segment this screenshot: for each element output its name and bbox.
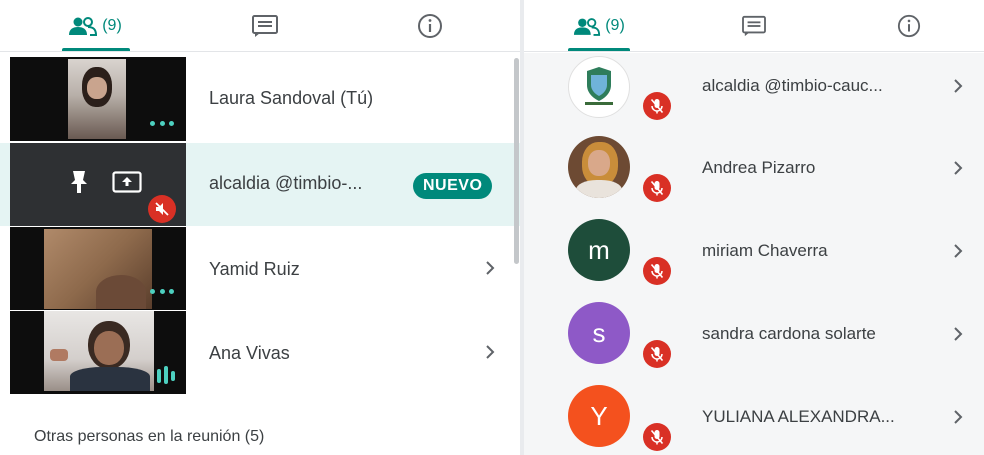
participant-video <box>44 311 154 391</box>
tab-chat[interactable] <box>190 0 340 52</box>
participant-name: miriam Chaverra <box>702 241 828 260</box>
people-count: (9) <box>102 17 122 34</box>
participants-panel-right: (9) alcaldia @timbio-cauc... Andrea Piza… <box>524 0 984 455</box>
mic-off-icon <box>643 174 671 202</box>
avatar-photo <box>568 136 630 198</box>
participant-row[interactable]: Yamid Ruiz <box>0 227 520 310</box>
chat-icon <box>742 15 766 37</box>
tab-bar: (9) <box>0 0 520 52</box>
participant-video-tile <box>10 227 186 310</box>
participant-row[interactable]: m miriam Chaverra <box>524 207 984 289</box>
participant-name: Yamid Ruiz <box>209 259 300 279</box>
participant-name: YULIANA ALEXANDRA... <box>702 407 895 426</box>
participant-video <box>68 59 126 139</box>
participant-name: Laura Sandoval (Tú) <box>209 88 374 108</box>
present-screen-icon[interactable] <box>112 171 142 193</box>
participant-row[interactable]: Ana Vivas <box>0 311 520 394</box>
participant-row[interactable]: s sandra cardona solarte <box>524 290 984 372</box>
participant-row[interactable]: alcaldia @timbio-cauc... <box>524 42 984 124</box>
participant-name: Andrea Pizarro <box>702 158 816 177</box>
pin-icon[interactable] <box>68 169 90 195</box>
chevron-right-icon[interactable] <box>952 243 964 259</box>
active-tab-indicator <box>62 48 130 51</box>
more-options-icon[interactable] <box>150 121 174 127</box>
avatar-initial: s <box>568 302 630 364</box>
mic-muted-icon <box>148 195 176 223</box>
chevron-right-icon[interactable] <box>952 78 964 94</box>
mic-off-icon <box>643 340 671 368</box>
chevron-right-icon[interactable] <box>484 344 496 360</box>
participants-panel-left: (9) Laura Sandoval (Tú) alcaldia @timbio… <box>0 0 520 455</box>
chevron-right-icon[interactable] <box>952 326 964 342</box>
tab-info[interactable] <box>340 0 520 52</box>
mic-off-icon <box>643 92 671 120</box>
mic-off-icon <box>643 257 671 285</box>
people-count: (9) <box>605 17 625 34</box>
participant-video-tile <box>10 57 186 141</box>
participant-name: alcaldia @timbio-... <box>209 173 363 193</box>
chevron-right-icon[interactable] <box>952 160 964 176</box>
chat-icon <box>252 15 278 37</box>
participant-row[interactable]: Y YULIANA ALEXANDRA... <box>524 373 984 455</box>
audio-level-icon <box>157 366 175 384</box>
participant-video-tile <box>10 311 186 394</box>
participant-name: alcaldia @timbio-cauc... <box>702 76 883 95</box>
info-icon <box>897 14 921 38</box>
chevron-right-icon[interactable] <box>952 409 964 425</box>
people-icon <box>69 17 98 36</box>
people-icon <box>574 17 601 36</box>
mic-off-icon <box>643 423 671 451</box>
participant-row[interactable]: Andrea Pizarro <box>524 124 984 206</box>
participant-name: sandra cardona solarte <box>702 324 876 343</box>
participant-video <box>44 229 152 309</box>
participant-tile <box>10 143 186 226</box>
info-icon <box>418 14 442 38</box>
tab-people[interactable]: (9) <box>0 0 190 52</box>
chevron-right-icon[interactable] <box>484 260 496 276</box>
participant-row[interactable]: Laura Sandoval (Tú) <box>0 57 520 141</box>
participant-name: Ana Vivas <box>209 343 290 363</box>
avatar-initial: m <box>568 219 630 281</box>
more-options-icon[interactable] <box>150 289 174 295</box>
scrollbar[interactable] <box>514 58 519 264</box>
section-label-others: Otras personas en la reunión (5) <box>34 428 265 445</box>
avatar-logo <box>568 56 630 118</box>
new-badge: NUEVO <box>413 173 493 199</box>
avatar-initial: Y <box>568 385 630 447</box>
